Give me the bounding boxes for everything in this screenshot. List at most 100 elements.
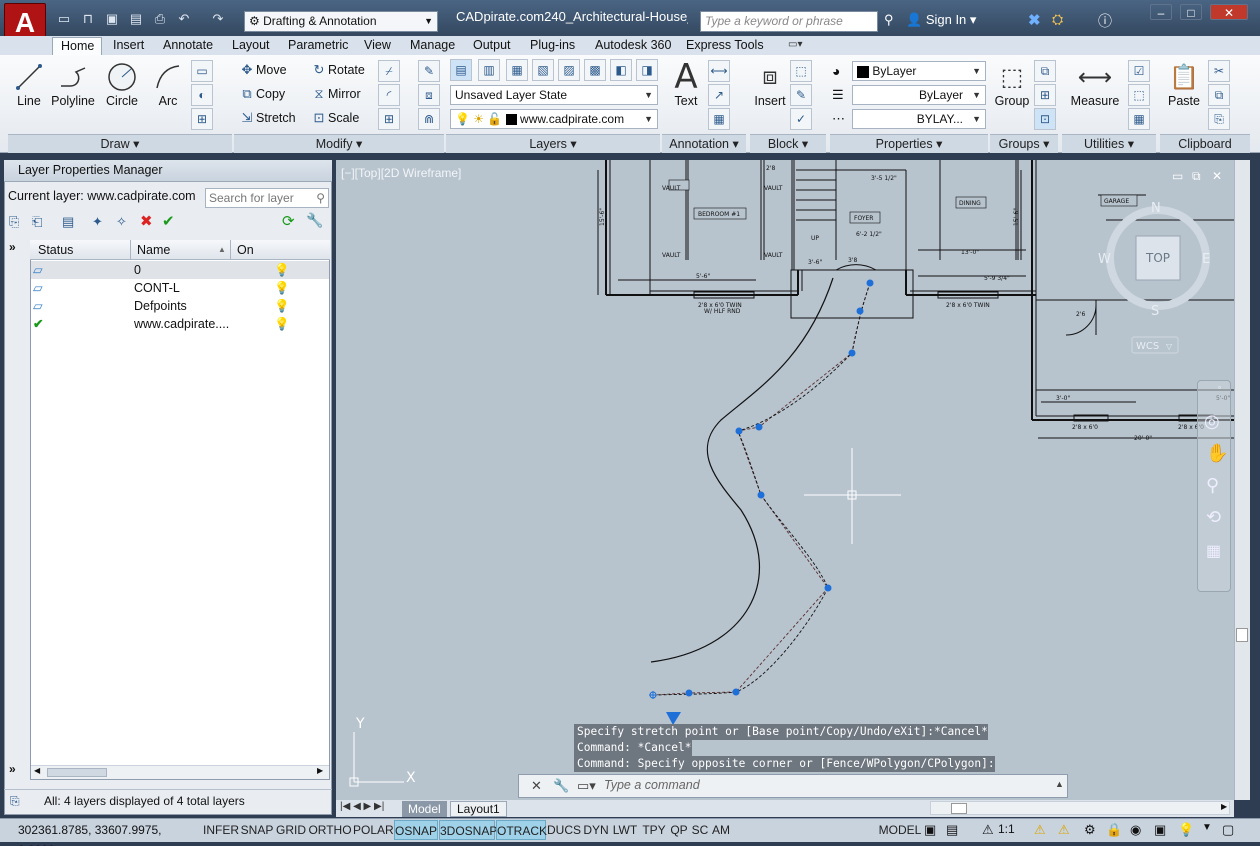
tab-layout[interactable]: Layout <box>232 37 270 55</box>
annotation-scale-icon[interactable]: ⚠ <box>982 822 994 838</box>
workspace-dropdown[interactable]: ⚙ Drafting & Annotation ▼ <box>244 11 438 32</box>
toggle-dyn[interactable]: DYN <box>582 820 610 840</box>
new-group-filter-icon[interactable]: ⎗ <box>32 214 42 230</box>
open-file-icon[interactable]: ⊓ <box>80 11 96 27</box>
tab-layout1[interactable]: Layout1 <box>450 801 507 817</box>
save-icon[interactable]: ▣ <box>104 11 120 27</box>
tab-autodesk-360[interactable]: Autodesk 360 <box>595 37 671 55</box>
minimize-button[interactable]: – <box>1150 4 1172 20</box>
mirror-button[interactable]: ⧖ Mirror <box>310 84 360 104</box>
navigation-bar[interactable]: ▫ ◎ ✋ ⚲ ⟲ ▦ <box>1197 380 1231 592</box>
redo-icon[interactable]: ↷ <box>210 11 226 27</box>
layer-isolate-icon[interactable]: ▧ <box>532 59 554 81</box>
arc-button[interactable]: Arc <box>150 60 186 108</box>
select-all-icon[interactable]: ⬚ <box>1128 84 1150 106</box>
quick-view-layouts-icon[interactable]: ▣ <box>924 822 936 838</box>
column-on[interactable]: On <box>237 243 254 257</box>
column-status[interactable]: Status <box>38 243 73 257</box>
workspace-switch-icon[interactable]: ⚙ <box>1084 822 1096 838</box>
undo-icon[interactable]: ↶ <box>176 11 192 27</box>
scale-button[interactable]: ⊡ Scale <box>310 108 360 128</box>
layer-match-icon[interactable]: ▥ <box>478 59 500 81</box>
hardware-acceleration-icon[interactable]: ◉ <box>1130 822 1141 838</box>
toggle-tpy[interactable]: TPY <box>640 820 668 840</box>
viewport-close-icon[interactable]: ✕ <box>1212 169 1222 183</box>
grip[interactable] <box>732 688 740 696</box>
lightbulb-icon[interactable]: 💡 <box>274 261 290 279</box>
edit-block-icon[interactable]: ✎ <box>790 84 812 106</box>
viewcube[interactable]: TOP N S E W WCS ▽ <box>1098 201 1210 354</box>
grip-points[interactable] <box>685 279 874 697</box>
model-space-button[interactable]: MODEL <box>878 820 922 840</box>
group-selection-icon[interactable]: ⊡ <box>1034 108 1056 130</box>
insert-block-button[interactable]: ⧈ Insert <box>750 60 790 108</box>
new-layer-vp-frozen-icon[interactable]: ✧ <box>116 214 127 230</box>
group-edit-icon[interactable]: ⊞ <box>1034 84 1056 106</box>
viewcube-top[interactable]: TOP <box>1145 251 1170 265</box>
maximize-button[interactable]: □ <box>1180 4 1202 20</box>
layer-freeze-icon[interactable]: ▩ <box>584 59 606 81</box>
help-search-input[interactable]: Type a keyword or phrase <box>700 11 878 32</box>
toggle-am[interactable]: AM <box>711 820 731 840</box>
status-lightbulb-icon[interactable]: 💡 <box>1178 822 1194 838</box>
line-button[interactable]: Line <box>10 60 48 108</box>
layout-nav-icons[interactable]: |◀ ◀ ▶ ▶| <box>340 801 384 812</box>
help-icon[interactable]: ⓘ <box>1098 11 1112 31</box>
close-button[interactable]: ✕ <box>1210 4 1248 20</box>
layer-unisolate-icon[interactable]: ▨ <box>558 59 580 81</box>
layer-properties-icon[interactable]: ▤ <box>450 59 472 81</box>
lineweight-dropdown[interactable]: BYLAY... ▼ <box>852 109 986 129</box>
copy-button[interactable]: ⧉ Copy <box>238 84 285 104</box>
delete-layer-icon[interactable]: ✖ <box>140 212 153 230</box>
utilities-panel-label[interactable]: Utilities ▾ <box>1062 134 1156 153</box>
annotation-panel-label[interactable]: Annotation ▾ <box>662 134 746 153</box>
tab-plugins[interactable]: Plug-ins <box>530 37 575 55</box>
measure-button[interactable]: ⟷ Measure <box>1068 60 1122 109</box>
layer-search-input[interactable]: Search for layer ⚲ <box>205 188 329 208</box>
ungroup-icon[interactable]: ⧉ <box>1034 60 1056 82</box>
group-button[interactable]: ⬚ Group <box>992 60 1032 109</box>
command-history-toggle-icon[interactable]: ▲ <box>1055 779 1064 789</box>
move-button[interactable]: ✥ Move <box>238 60 287 80</box>
autodesk-360-icon[interactable]: ⛭ <box>1052 11 1063 28</box>
explode-icon[interactable]: ⧈ <box>418 84 440 106</box>
modify-panel-label[interactable]: Modify ▾ <box>234 134 444 153</box>
text-button[interactable]: A Text <box>666 57 706 108</box>
offset-icon[interactable]: ⋒ <box>418 108 440 130</box>
expand-filter-tree-icon[interactable]: » <box>9 240 16 254</box>
layer-panel-title[interactable]: Layer Properties Manager <box>4 160 332 182</box>
orbit-icon[interactable]: ⟲ <box>1206 507 1221 528</box>
dimension-icon[interactable]: ⟷ <box>708 60 730 82</box>
compass-s[interactable]: S <box>1151 304 1159 319</box>
copy-clip-icon[interactable]: ⧉ <box>1208 84 1230 106</box>
lightbulb-icon[interactable]: 💡 <box>274 297 290 315</box>
command-prompt-icon[interactable]: ▭▾ <box>577 778 596 794</box>
clean-screen-icon[interactable]: ▢ <box>1222 822 1234 838</box>
table-icon[interactable]: ▦ <box>708 108 730 130</box>
erase-icon[interactable]: ✎ <box>418 60 440 82</box>
tab-insert[interactable]: Insert <box>113 37 144 55</box>
scroll-thumb[interactable] <box>47 768 107 777</box>
viewport-window-controls[interactable]: ▭ ⧉ ✕ <box>1172 169 1222 183</box>
groups-panel-label[interactable]: Groups ▾ <box>990 134 1058 153</box>
scroll-left-icon[interactable]: ◀ <box>34 766 40 775</box>
color-dropdown[interactable]: ByLayer ▼ <box>852 61 986 81</box>
grip[interactable] <box>757 491 765 499</box>
set-current-icon[interactable]: ✔ <box>162 212 175 230</box>
command-customize-icon[interactable]: 🔧 <box>553 778 569 794</box>
steering-wheel-icon[interactable]: ◎ <box>1204 411 1220 432</box>
wcs-menu[interactable]: WCS <box>1136 341 1159 352</box>
array-icon[interactable]: ⊞ <box>378 108 400 130</box>
block-panel-label[interactable]: Block ▾ <box>750 134 826 153</box>
toggle-infer[interactable]: INFER <box>203 820 239 840</box>
grip[interactable] <box>856 307 864 315</box>
grip[interactable] <box>824 584 832 592</box>
circle-button[interactable]: Circle <box>102 60 142 108</box>
toggle-3dosnap[interactable]: 3DOSNAP <box>439 820 497 840</box>
cut-icon[interactable]: ✂ <box>1208 60 1230 82</box>
tab-express-tools[interactable]: Express Tools <box>686 37 764 55</box>
grip[interactable] <box>735 427 743 435</box>
save-as-icon[interactable]: ▤ <box>128 11 144 27</box>
tab-annotate[interactable]: Annotate <box>163 37 213 55</box>
pan-hand-icon[interactable]: ✋ <box>1206 443 1228 464</box>
